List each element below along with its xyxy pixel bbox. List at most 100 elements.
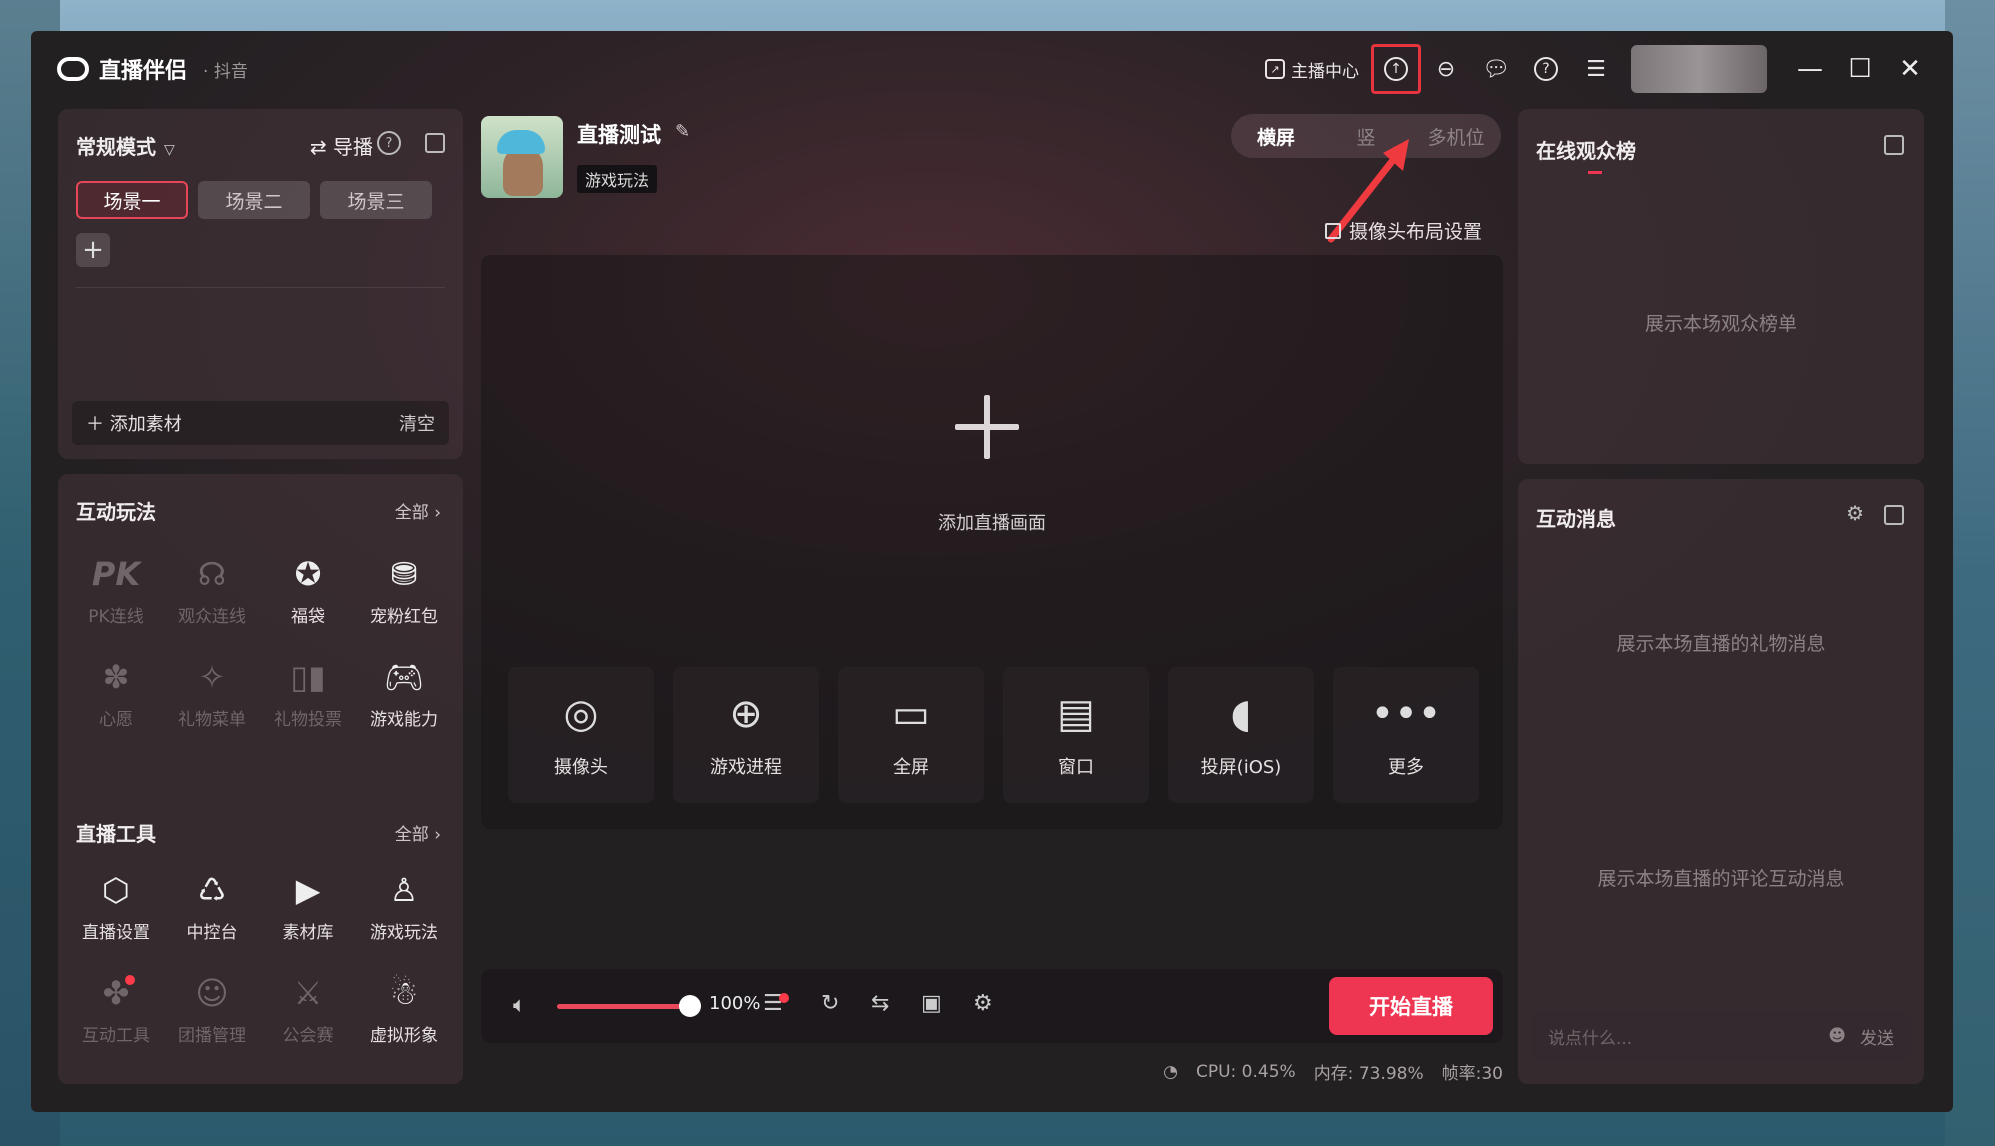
add-scene-button[interactable]: + — [76, 233, 110, 267]
mode-selector[interactable]: 常规模式 ▽ — [76, 131, 175, 160]
settings-icon[interactable]: ⚙ — [973, 991, 993, 1016]
interactive-all-link[interactable]: 全部 › — [395, 498, 441, 523]
tools-grid: ⬡ 直播设置 ♺ 中控台 ▶ 素材库 ♙ 游戏玩法 ✤ 互动工具 ☺ 团播管理 ⚔ 公会赛 ☃… — [68, 870, 452, 1046]
tool-material-library[interactable]: ▶ 素材库 — [260, 870, 356, 943]
material-bar: ＋ 添加素材 清空 — [72, 401, 449, 445]
volume-slider-knob[interactable] — [679, 995, 701, 1017]
settings-icon[interactable]: ⚙ — [1846, 501, 1864, 525]
director-help-icon[interactable]: ? — [377, 131, 401, 155]
tool-game-ability[interactable]: 🎮︎ 游戏能力 — [356, 657, 452, 730]
monitor-icon: ▭ — [892, 691, 930, 737]
maximize-button[interactable]: ☐ — [1835, 44, 1885, 94]
start-live-button[interactable]: 开始直播 — [1329, 977, 1493, 1035]
minimize-button[interactable]: — — [1785, 44, 1835, 94]
rotate-icon[interactable]: ↻ — [821, 991, 839, 1016]
close-button[interactable]: ✕ — [1885, 44, 1935, 94]
anchor-center-button[interactable]: ↗ 主播中心 — [1265, 57, 1359, 82]
source-window[interactable]: ▤ 窗口 — [1003, 667, 1149, 803]
logo-icon — [57, 57, 89, 81]
source-more[interactable]: ••• 更多 — [1333, 667, 1479, 803]
send-button[interactable]: 发送 — [1860, 1024, 1894, 1049]
room-category-tag[interactable]: 游戏玩法 — [577, 165, 658, 193]
help-icon: ? — [1534, 57, 1558, 81]
source-camera[interactable]: ◎ 摄像头 — [508, 667, 654, 803]
help-button[interactable]: ? — [1521, 44, 1571, 94]
source-game-process[interactable]: ⊕ 游戏进程 — [673, 667, 819, 803]
tool-interactive-tools[interactable]: ✤ 互动工具 — [68, 973, 164, 1046]
controller-icon: ⊖ — [1436, 56, 1456, 82]
tool-wish[interactable]: ✽ 心愿 — [68, 657, 164, 730]
source-list: ◎ 摄像头 ⊕ 游戏进程 ▭ 全屏 ▤ 窗口 ◖ 投屏(iOS) ••• 更多 — [508, 667, 1479, 803]
tool-gift-menu[interactable]: ✧ 礼物菜单 — [164, 657, 260, 730]
audio-mixer-icon[interactable]: ☰ — [763, 991, 789, 1016]
app-title: 直播伴侣 — [99, 59, 188, 84]
tools-section-title: 直播工具 — [76, 822, 156, 846]
group-icon: ☺ — [195, 974, 229, 1012]
pk-icon: PK — [91, 555, 141, 593]
control-bar: 🔈︎ 100% ☰ ↻ ⇆ ▣ ⚙ 开始直播 — [481, 969, 1503, 1043]
upload-button[interactable]: ↑ — [1371, 44, 1421, 94]
add-scene-text: 添加直播画面 — [938, 513, 1046, 534]
upload-icon: ↑ — [1384, 57, 1408, 81]
tool-virtual-avatar[interactable]: ☃ 虚拟形象 — [356, 973, 452, 1046]
user-avatar[interactable] — [1631, 45, 1767, 93]
edit-icon[interactable]: ✎ — [675, 121, 690, 142]
lucky-bag-icon: ✪ — [294, 555, 322, 593]
tool-gift-vote[interactable]: ▯▮ 礼物投票 — [260, 657, 356, 730]
scene-tab-2[interactable]: 场景二 — [198, 181, 310, 219]
menu-button[interactable]: ☰ — [1571, 44, 1621, 94]
tools-all-link[interactable]: 全部 › — [395, 820, 441, 845]
popout-icon[interactable] — [1884, 135, 1904, 155]
controller-button[interactable]: ⊖ — [1421, 44, 1471, 94]
gamepad-icon: ⊕ — [729, 691, 763, 737]
orientation-landscape[interactable]: 横屏 — [1231, 123, 1321, 150]
performance-icon[interactable]: ◔ — [1163, 1062, 1178, 1082]
control-center-icon: ♺ — [197, 871, 227, 909]
status-bar: ◔ CPU: 0.45% 内存: 73.98% 帧率:30 — [1163, 1059, 1503, 1085]
tool-control-center[interactable]: ♺ 中控台 — [164, 870, 260, 943]
speaker-icon[interactable]: 🔈︎ — [513, 993, 526, 1018]
popout-icon[interactable] — [425, 133, 445, 153]
source-fullscreen[interactable]: ▭ 全屏 — [838, 667, 984, 803]
tool-pk[interactable]: PK PK连线 — [68, 554, 164, 627]
scene-tab-3[interactable]: 场景三 — [320, 181, 432, 219]
settings-hex-icon: ⬡ — [102, 871, 130, 909]
orientation-multicam[interactable]: 多机位 — [1411, 123, 1501, 150]
interactive-grid: PK PK连线 ☊ 观众连线 ✪ 福袋 ⛃ 宠粉红包 ✽ 心愿 ✧ 礼物菜单 ▯▮ 礼物投票 … — [68, 554, 452, 730]
preview-canvas[interactable]: 添加直播画面 ◎ 摄像头 ⊕ 游戏进程 ▭ 全屏 ▤ 窗口 ◖ 投屏(iOS) ••• 更多 — [481, 255, 1503, 829]
versus-icon: ⚔ — [293, 974, 323, 1012]
wish-icon: ✽ — [102, 658, 130, 696]
layout-icon — [1325, 222, 1341, 239]
chevron-down-icon: ▽ — [164, 142, 175, 158]
add-scene-plus-icon[interactable] — [955, 395, 1019, 459]
flip-icon[interactable]: ⇆ — [871, 991, 889, 1016]
chat-input-bar: 说点什么... ☻ 发送 — [1532, 1011, 1910, 1061]
tool-group-manage[interactable]: ☺ 团播管理 — [164, 973, 260, 1046]
tool-lucky-bag[interactable]: ✪ 福袋 — [260, 554, 356, 627]
room-cover[interactable] — [481, 116, 563, 198]
camera-layout-button[interactable]: 摄像头布局设置 — [1325, 217, 1482, 244]
director-button[interactable]: ⇄ 导播 — [310, 131, 373, 160]
source-ios-cast[interactable]: ◖ 投屏(iOS) — [1168, 667, 1314, 803]
messages-title: 互动消息 — [1536, 507, 1616, 531]
clear-button[interactable]: 清空 — [399, 410, 435, 436]
popout-icon[interactable] — [1884, 505, 1904, 525]
chat-input[interactable]: 说点什么... — [1548, 1024, 1828, 1049]
tool-audience-link[interactable]: ☊ 观众连线 — [164, 554, 260, 627]
tool-live-settings[interactable]: ⬡ 直播设置 — [68, 870, 164, 943]
tool-game-play[interactable]: ♙ 游戏玩法 — [356, 870, 452, 943]
scene-tab-1[interactable]: 场景一 — [76, 181, 188, 219]
feedback-button[interactable]: 💬︎ — [1471, 44, 1521, 94]
add-material-button[interactable]: ＋ 添加素材 — [86, 410, 182, 436]
avatar-icon: ☃ — [389, 974, 419, 1012]
volume-slider[interactable] — [557, 1004, 689, 1009]
tool-guild-match[interactable]: ⚔ 公会赛 — [260, 973, 356, 1046]
record-icon[interactable]: ▣ — [921, 991, 942, 1016]
close-icon: ✕ — [1899, 54, 1921, 84]
gamepad-icon: 🎮︎ — [383, 658, 425, 696]
emoji-icon[interactable]: ☻ — [1828, 1026, 1846, 1046]
interactive-section-title: 互动玩法 — [76, 500, 156, 524]
tool-fan-redpacket[interactable]: ⛃ 宠粉红包 — [356, 554, 452, 627]
apple-icon: ◖ — [1230, 691, 1252, 737]
interaction-messages-panel: 互动消息 ⚙ 展示本场直播的礼物消息 展示本场直播的评论互动消息 说点什么...… — [1518, 479, 1924, 1084]
